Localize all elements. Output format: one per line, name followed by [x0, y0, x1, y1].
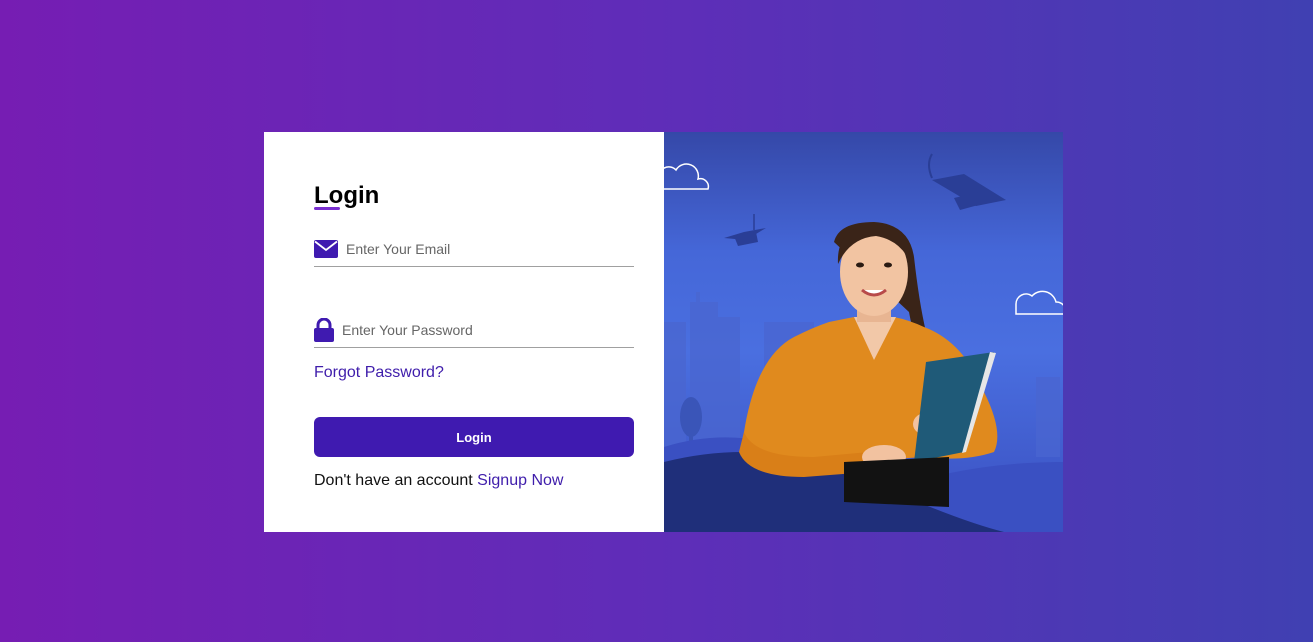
- login-form-pane: Login Forgot Password? Login: [264, 132, 664, 532]
- student-illustration: [664, 153, 1063, 532]
- login-button[interactable]: Login: [314, 417, 634, 457]
- envelope-icon: [314, 240, 338, 258]
- signup-link[interactable]: Signup Now: [477, 472, 563, 489]
- graduation-cap-large: [928, 153, 1006, 210]
- cloud-right: [1015, 290, 1063, 315]
- signup-row: Don't have an account Signup Now: [314, 472, 563, 490]
- title-underline: [314, 207, 340, 210]
- login-title: Login: [314, 182, 380, 209]
- email-field-wrapper: [314, 232, 634, 267]
- lock-icon: [314, 318, 334, 342]
- signup-prompt: Don't have an account: [314, 472, 473, 489]
- cloud-left: [664, 163, 710, 190]
- student-figure: [739, 222, 998, 507]
- hero-illustration: [664, 132, 1063, 532]
- login-card: Login Forgot Password? Login: [264, 132, 1063, 532]
- email-input[interactable]: [346, 241, 616, 257]
- password-field-wrapper: [314, 313, 634, 348]
- forgot-password-link[interactable]: Forgot Password?: [314, 364, 444, 382]
- password-input[interactable]: [342, 322, 612, 338]
- graduation-cap-small: [724, 214, 766, 246]
